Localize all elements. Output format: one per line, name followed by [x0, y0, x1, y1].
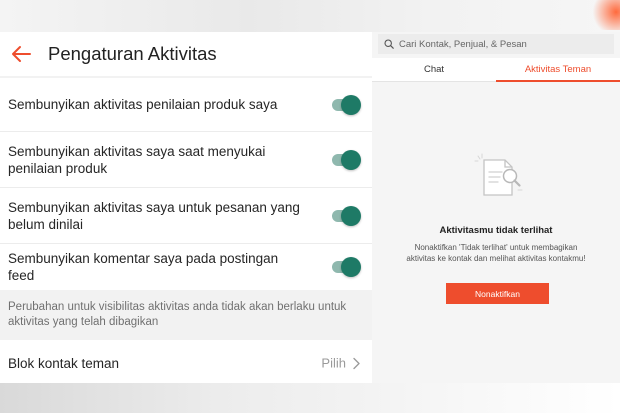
app-header: Pengaturan Aktivitas — [0, 32, 372, 76]
tab-friend-activity[interactable]: Aktivitas Teman — [496, 58, 620, 82]
arrow-left-icon — [12, 46, 31, 62]
toggle-switch[interactable] — [332, 149, 361, 170]
toggle-knob — [341, 205, 361, 226]
search-icon — [384, 39, 394, 49]
toggle-knob — [341, 257, 361, 277]
back-button[interactable] — [0, 32, 42, 76]
background-bottom — [0, 383, 620, 413]
block-contacts-action: Pilih — [321, 356, 360, 371]
tab-chat[interactable]: Chat — [372, 58, 496, 81]
setting-row-hide-unrated-orders: Sembunyikan aktivitas saya untuk pesanan… — [0, 188, 372, 244]
toggle-knob — [341, 149, 361, 170]
setting-row-hide-feed-comments: Sembunyikan komentar saya pada postingan… — [0, 244, 372, 290]
search-input[interactable] — [399, 38, 599, 50]
setting-label: Sembunyikan aktivitas saya untuk pesanan… — [8, 199, 300, 232]
toggle-switch[interactable] — [332, 205, 361, 226]
block-contacts-label: Blok kontak teman — [8, 355, 120, 371]
chat-tabs: Chat Aktivitas Teman — [372, 58, 620, 82]
search-bar — [378, 34, 614, 54]
page-title: Pengaturan Aktivitas — [48, 43, 217, 64]
empty-state: Aktivitasmu tidak terlihat Nonaktifkan '… — [372, 82, 620, 383]
background-accent — [588, 0, 620, 30]
chat-panel: Chat Aktivitas Teman Aktivitasmu tidak t… — [372, 32, 620, 383]
settings-list: Sembunyikan aktivitas penilaian produk s… — [0, 78, 372, 290]
empty-state-description: Nonaktifkan 'Tidak terlihat' untuk memba… — [406, 243, 586, 263]
setting-label: Sembunyikan komentar saya pada postingan… — [8, 251, 279, 283]
setting-label: Sembunyikan aktivitas saya saat menyukai… — [8, 143, 266, 176]
empty-state-title: Aktivitasmu tidak terlihat — [439, 225, 553, 236]
block-contacts-row[interactable]: Blok kontak teman Pilih — [0, 340, 372, 386]
setting-row-hide-product-rating: Sembunyikan aktivitas penilaian produk s… — [0, 78, 372, 132]
block-contacts-value: Pilih — [321, 355, 346, 371]
activity-settings-panel: Pengaturan Aktivitas Sembunyikan aktivit… — [0, 32, 372, 386]
toggle-knob — [341, 94, 361, 115]
background-top — [0, 0, 620, 32]
toggle-switch[interactable] — [332, 94, 361, 115]
toggle-switch[interactable] — [332, 257, 361, 277]
visibility-note: Perubahan untuk visibilitas aktivitas an… — [8, 301, 347, 328]
document-search-icon — [474, 153, 523, 196]
deactivate-button[interactable]: Nonaktifkan — [446, 283, 549, 304]
setting-label: Sembunyikan aktivitas penilaian produk s… — [8, 97, 278, 112]
setting-row-hide-likes: Sembunyikan aktivitas saya saat menyukai… — [0, 132, 372, 188]
chevron-right-icon — [353, 357, 360, 369]
